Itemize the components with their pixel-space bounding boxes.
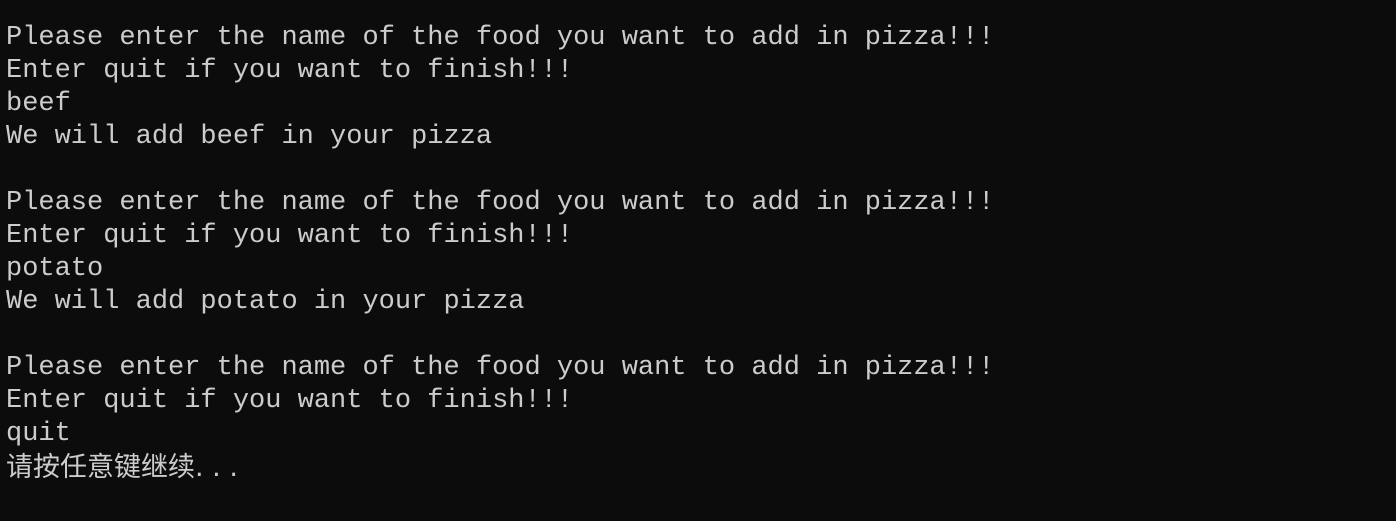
console-line-prompt: Please enter the name of the food you wa…: [6, 353, 995, 383]
console-line-instruction: Enter quit if you want to finish!!!: [6, 221, 574, 251]
console-line-instruction: Enter quit if you want to finish!!!: [6, 56, 574, 86]
console-line-press-any-key: 请按任意键继续. . .: [6, 452, 238, 483]
console-line-instruction: Enter quit if you want to finish!!!: [6, 386, 574, 416]
console-output[interactable]: Please enter the name of the food you wa…: [0, 0, 1396, 521]
console-line-response: We will add potato in your pizza: [6, 287, 525, 317]
console-line-user-input: potato: [6, 254, 104, 284]
console-line-user-input: quit: [6, 419, 71, 449]
console-line-prompt: Please enter the name of the food you wa…: [6, 23, 995, 53]
console-line-user-input: beef: [6, 89, 71, 119]
console-line-prompt: Please enter the name of the food you wa…: [6, 188, 995, 218]
console-line-response: We will add beef in your pizza: [6, 122, 493, 152]
